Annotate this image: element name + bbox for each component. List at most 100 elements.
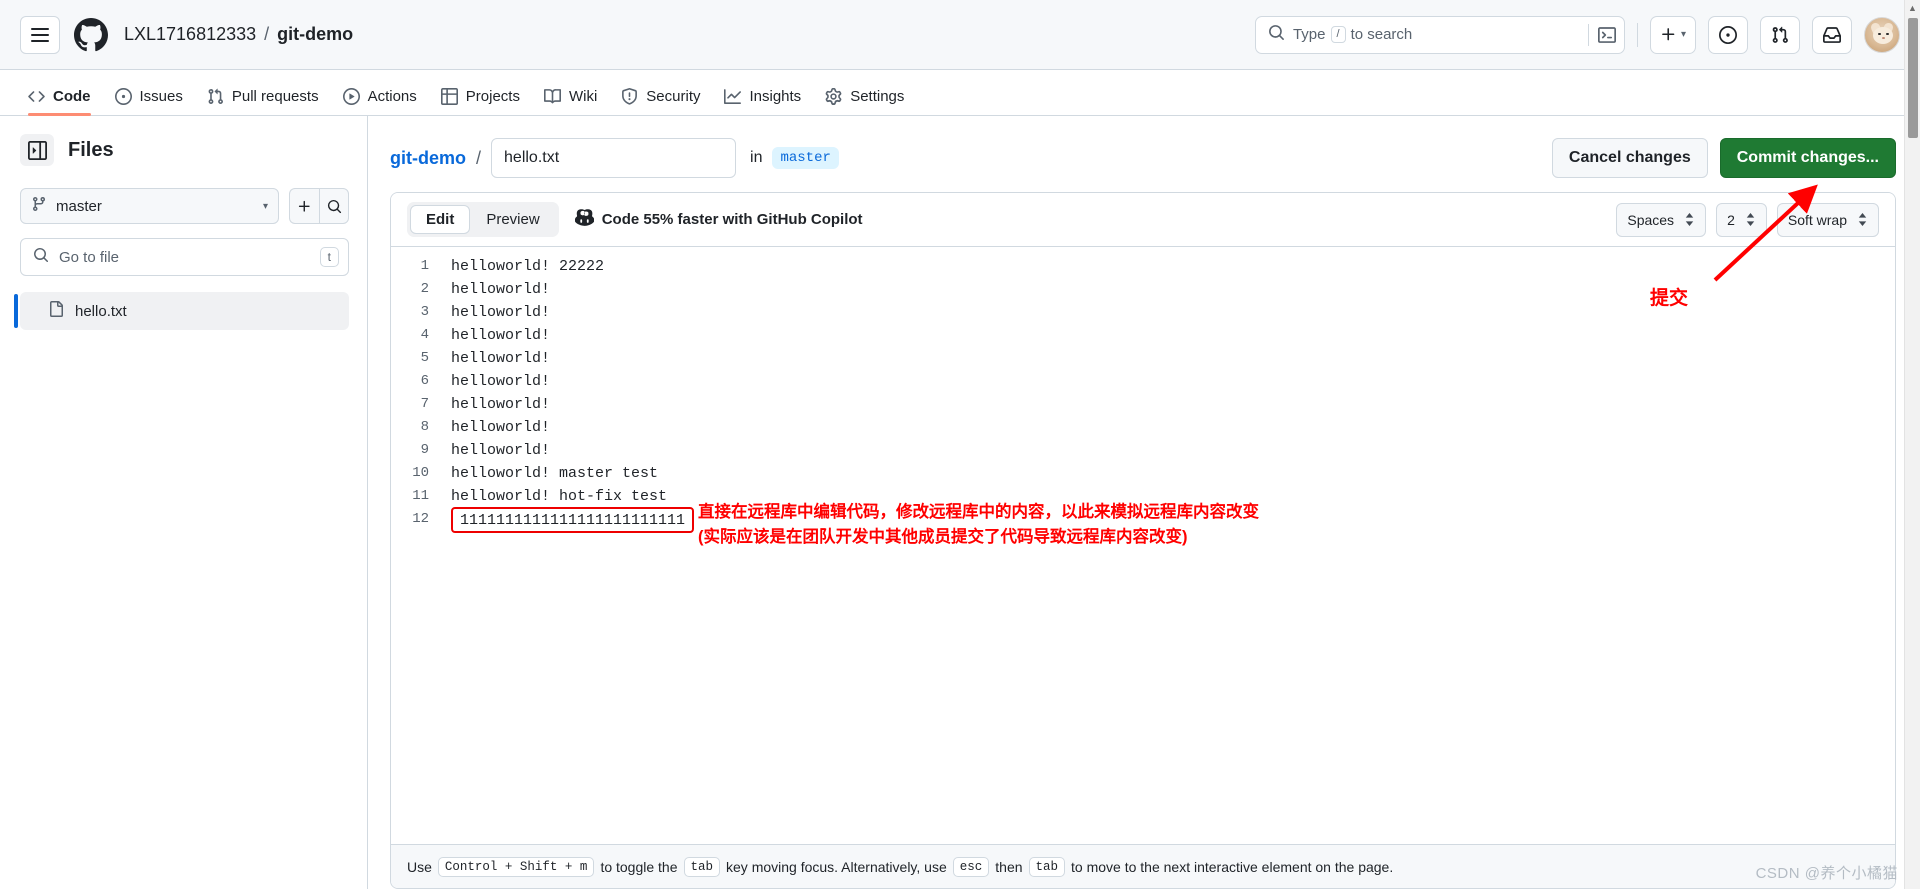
sidebar-actions: [289, 188, 349, 224]
avatar[interactable]: [1864, 16, 1900, 53]
sidebar-collapse-icon[interactable]: [20, 134, 54, 166]
breadcrumb-separator: /: [264, 24, 270, 44]
tab-label: Settings: [850, 87, 905, 105]
page-title: Files: [68, 138, 114, 161]
code-line: helloworld!: [451, 396, 551, 413]
file-path-bar: git-demo / in master Cancel changes Comm…: [390, 136, 1896, 180]
search-icon: [33, 247, 49, 268]
code-line: helloworld!: [451, 304, 551, 321]
breadcrumb: LXL1716812333 / git-demo: [124, 24, 353, 45]
code-icon: [28, 88, 45, 105]
tab-label: Security: [646, 87, 701, 105]
path-separator: /: [476, 147, 482, 168]
inbox-button[interactable]: [1812, 15, 1852, 54]
git-branch-icon: [31, 196, 47, 216]
tab-preview[interactable]: Preview: [470, 205, 555, 234]
keyboard-hint-bar: Use Control + Shift + m to toggle the ta…: [391, 844, 1895, 888]
terminal-icon[interactable]: [1587, 23, 1616, 46]
kbd-control-shift-m: Control + Shift + m: [437, 856, 595, 877]
line-number: 4: [420, 327, 429, 343]
copilot-promo[interactable]: Code 55% faster with GitHub Copilot: [574, 208, 863, 231]
branch-selector[interactable]: master ▾: [20, 188, 279, 224]
shield-icon: [621, 87, 638, 105]
cancel-changes-button[interactable]: Cancel changes: [1551, 138, 1708, 178]
breadcrumb-repo[interactable]: git-demo: [277, 24, 353, 45]
create-new-button[interactable]: ▾: [1649, 15, 1696, 54]
github-logo-icon[interactable]: [74, 17, 108, 52]
filename-input[interactable]: [491, 138, 737, 178]
code-editor[interactable]: 1 2 3 4 5 6 7 8 9 10 11 12 helloworld! 2…: [391, 247, 1895, 844]
tab-issues[interactable]: Issues: [105, 77, 193, 115]
tab-label: Insights: [749, 87, 802, 105]
hint-use: Use: [407, 858, 432, 875]
kbd-esc: esc: [952, 856, 990, 877]
line-number: 2: [420, 281, 429, 297]
path-repo-link[interactable]: git-demo: [390, 148, 466, 169]
pull-requests-button[interactable]: [1760, 15, 1800, 54]
hint-mid4: to move to the next interactive element …: [1071, 858, 1394, 875]
go-to-file-input[interactable]: Go to file t: [20, 238, 349, 276]
page-scrollbar[interactable]: ▲: [1904, 0, 1920, 889]
indent-size-select[interactable]: 2: [1716, 202, 1767, 237]
tab-edit[interactable]: Edit: [410, 205, 471, 234]
branch-chip: master: [772, 147, 839, 169]
tab-code[interactable]: Code: [18, 77, 101, 116]
wrap-mode-select[interactable]: Soft wrap: [1776, 202, 1879, 237]
tab-wiki[interactable]: Wiki: [534, 77, 607, 115]
indent-mode-value: Spaces: [1627, 211, 1675, 228]
code-line: helloworld! hot-fix test: [451, 488, 668, 505]
line-number: 1: [420, 258, 429, 274]
scrollbar-thumb[interactable]: [1908, 18, 1918, 138]
line-numbers: 1 2 3 4 5 6 7 8 9 10 11 12: [391, 255, 443, 844]
files-sidebar: Files master ▾ Go to file t hello.txt: [0, 116, 368, 889]
issue-opened-icon: [114, 87, 132, 105]
tab-security[interactable]: Security: [611, 77, 710, 115]
line-number: 5: [420, 350, 429, 366]
tab-settings[interactable]: Settings: [815, 77, 914, 115]
indent-mode-select[interactable]: Spaces: [1616, 202, 1707, 237]
file-name: hello.txt: [75, 302, 127, 320]
file-icon: [48, 301, 64, 321]
issues-button[interactable]: [1708, 15, 1748, 54]
editor-settings: Spaces 2 Soft wrap: [1616, 202, 1879, 237]
tab-projects[interactable]: Projects: [431, 77, 530, 115]
branch-name: master: [56, 197, 102, 215]
files-header: Files: [20, 134, 349, 166]
hamburger-icon[interactable]: [20, 15, 60, 54]
add-file-button[interactable]: [289, 188, 319, 224]
editor-mode-tabs: Edit Preview: [407, 202, 559, 237]
header-divider: [1636, 22, 1638, 47]
repository-nav: Code Issues Pull requests Actions Projec…: [0, 70, 1920, 116]
global-header: LXL1716812333 / git-demo Type / to searc…: [0, 0, 1920, 70]
in-label: in: [750, 149, 763, 166]
code-line: helloworld!: [451, 373, 551, 390]
tab-label: Code: [53, 87, 91, 105]
line-number: 11: [412, 488, 429, 504]
line-number: 10: [412, 465, 429, 481]
hint-mid2: key moving focus. Alternatively, use: [726, 858, 947, 875]
tab-label: Actions: [367, 87, 417, 105]
tab-actions[interactable]: Actions: [333, 77, 427, 115]
code-line: helloworld!: [451, 442, 551, 459]
chevron-down-icon: ▾: [1680, 29, 1686, 40]
scroll-up-arrow[interactable]: ▲: [1905, 0, 1920, 16]
editor-content: git-demo / in master Cancel changes Comm…: [368, 116, 1920, 889]
tab-insights[interactable]: Insights: [714, 77, 811, 115]
search-files-button[interactable]: [319, 188, 349, 224]
list-item[interactable]: hello.txt: [14, 292, 349, 330]
chevron-updown-icon: [1857, 213, 1868, 226]
commit-changes-button[interactable]: Commit changes...: [1719, 138, 1896, 178]
line-number: 12: [412, 511, 429, 527]
search-input[interactable]: Type / to search: [1254, 15, 1625, 54]
chevron-updown-icon: [1745, 213, 1756, 226]
breadcrumb-owner[interactable]: LXL1716812333: [124, 24, 256, 45]
code-line: helloworld!: [451, 350, 551, 367]
tab-pull-requests[interactable]: Pull requests: [197, 77, 329, 115]
indent-size-value: 2: [1727, 211, 1735, 228]
branch-row: master ▾: [20, 188, 349, 224]
chevron-down-icon: ▾: [262, 200, 268, 212]
code-line: helloworld! 22222: [451, 258, 605, 275]
code-text[interactable]: helloworld! 22222 helloworld! helloworld…: [443, 255, 1895, 844]
go-to-file-shortcut: t: [319, 247, 339, 267]
code-line: helloworld!: [451, 327, 551, 344]
